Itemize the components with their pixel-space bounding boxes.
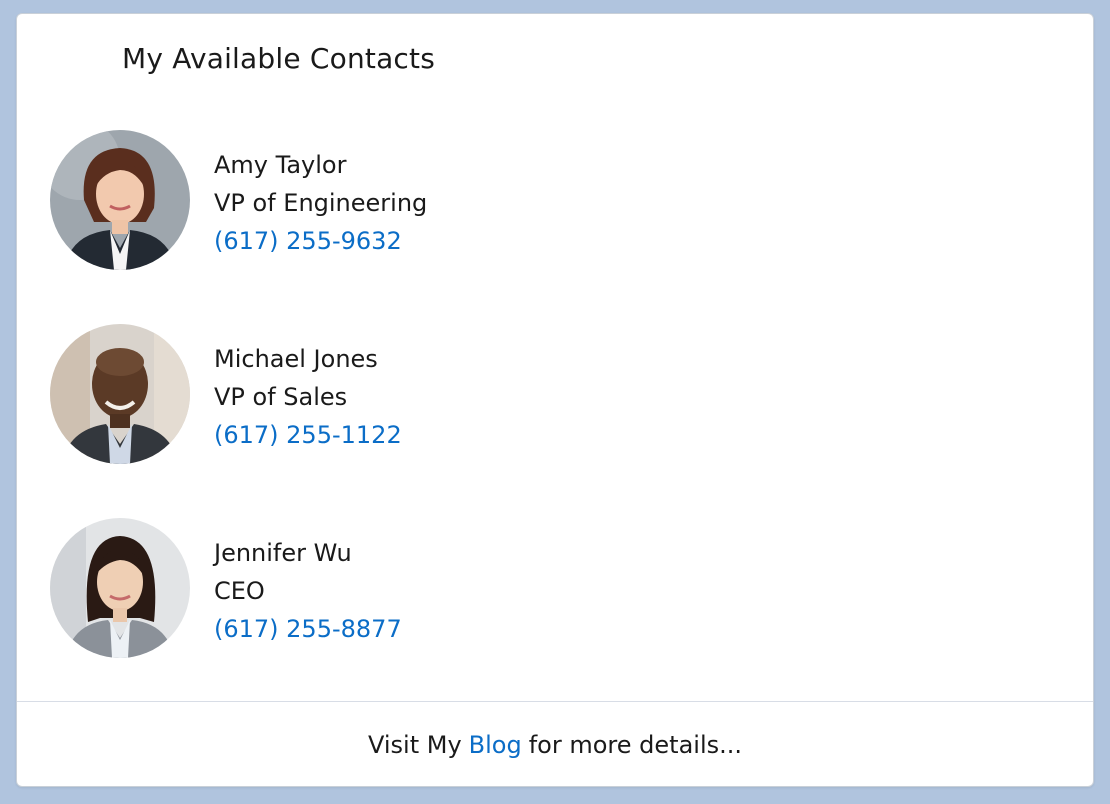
contact-item: Michael Jones VP of Sales (617) 255-1122 xyxy=(50,324,750,464)
contact-phone-link[interactable]: (617) 255-9632 xyxy=(214,227,402,255)
contact-avatar xyxy=(50,518,190,658)
card-footer: Visit My Blog for more details... xyxy=(17,702,1093,786)
contact-phone-link[interactable]: (617) 255-8877 xyxy=(214,615,402,643)
contact-title: VP of Sales xyxy=(214,383,348,411)
contact-title: VP of Engineering xyxy=(214,189,428,217)
avatar-michael-jones-icon xyxy=(50,324,190,464)
contacts-card: My Available Contacts Amy Taylor VP of E… xyxy=(16,13,1094,787)
contact-name: Jennifer Wu xyxy=(214,539,352,567)
footer-prefix-text: Visit My xyxy=(367,731,462,759)
avatar-jennifer-wu-icon xyxy=(50,518,190,658)
blog-link[interactable]: Blog xyxy=(469,731,522,759)
contact-name: Michael Jones xyxy=(214,345,378,373)
contact-title: CEO xyxy=(214,577,265,605)
card-title: My Available Contacts xyxy=(122,42,435,75)
avatar-amy-taylor-icon xyxy=(50,130,190,270)
contact-item: Amy Taylor VP of Engineering (617) 255-9… xyxy=(50,130,750,270)
contact-avatar xyxy=(50,324,190,464)
contact-avatar xyxy=(50,130,190,270)
contact-phone-link[interactable]: (617) 255-1122 xyxy=(214,421,402,449)
contact-item: Jennifer Wu CEO (617) 255-8877 xyxy=(50,518,750,658)
contact-name: Amy Taylor xyxy=(214,151,347,179)
footer-suffix-text: for more details... xyxy=(528,731,743,759)
